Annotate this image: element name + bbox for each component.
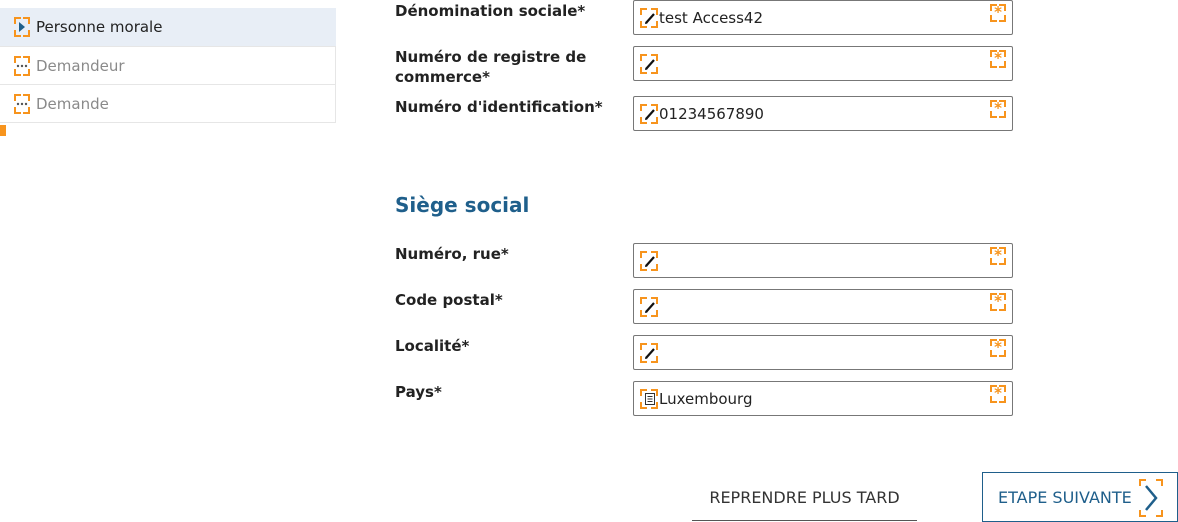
rcs-label: Numéro de registre de commerce* [395,48,587,86]
denomination-field[interactable]: test Access42 * [633,0,1013,35]
country-label: Pays* [395,383,442,401]
country-value: Luxembourg [659,390,753,408]
postal-field[interactable]: * [633,289,1013,324]
required-icon: * [990,4,1006,22]
step-personne-morale[interactable]: Personne morale [0,8,336,47]
progress-marker [0,125,6,136]
identification-field[interactable]: 01234567890 * [633,96,1013,131]
step-navigation: Personne morale Demandeur Demande [0,8,336,123]
pencil-icon [640,104,658,124]
required-icon: * [990,247,1006,265]
play-frame-icon [14,17,30,37]
step-label: Personne morale [36,18,163,36]
locality-field[interactable]: * [633,335,1013,370]
street-field[interactable]: * [633,243,1013,278]
pencil-icon [640,54,658,74]
chevron-right-icon [1139,479,1163,517]
required-icon: * [990,339,1006,357]
identification-value: 01234567890 [659,105,764,123]
pencil-icon [640,251,658,271]
required-icon: * [990,385,1006,403]
next-step-button[interactable]: ETAPE SUIVANTE [982,472,1178,522]
locality-label: Localité* [395,337,470,355]
identification-label: Numéro d'identification* [395,98,603,116]
pencil-icon [640,343,658,363]
required-icon: * [990,50,1006,68]
section-title-siege-social: Siège social [395,193,530,217]
street-label: Numéro, rue* [395,245,509,263]
step-demande[interactable]: Demande [0,85,336,123]
required-icon: * [990,293,1006,311]
step-label: Demande [36,94,109,113]
rcs-field[interactable]: * [633,46,1013,81]
required-icon: * [990,100,1006,118]
pencil-icon [640,8,658,28]
dots-frame-icon [14,55,30,76]
resume-later-button[interactable]: REPRENDRE PLUS TARD [692,474,917,521]
next-step-label: ETAPE SUIVANTE [998,487,1132,507]
country-select[interactable]: Luxembourg * [633,381,1013,416]
dots-frame-icon [14,93,30,114]
step-label: Demandeur [36,56,125,75]
step-demandeur[interactable]: Demandeur [0,47,336,85]
pencil-icon [640,297,658,317]
resume-later-label: REPRENDRE PLUS TARD [709,487,900,507]
postal-label: Code postal* [395,291,503,309]
denomination-label: Dénomination sociale* [395,2,586,20]
denomination-value: test Access42 [659,9,764,27]
list-icon [640,389,658,409]
